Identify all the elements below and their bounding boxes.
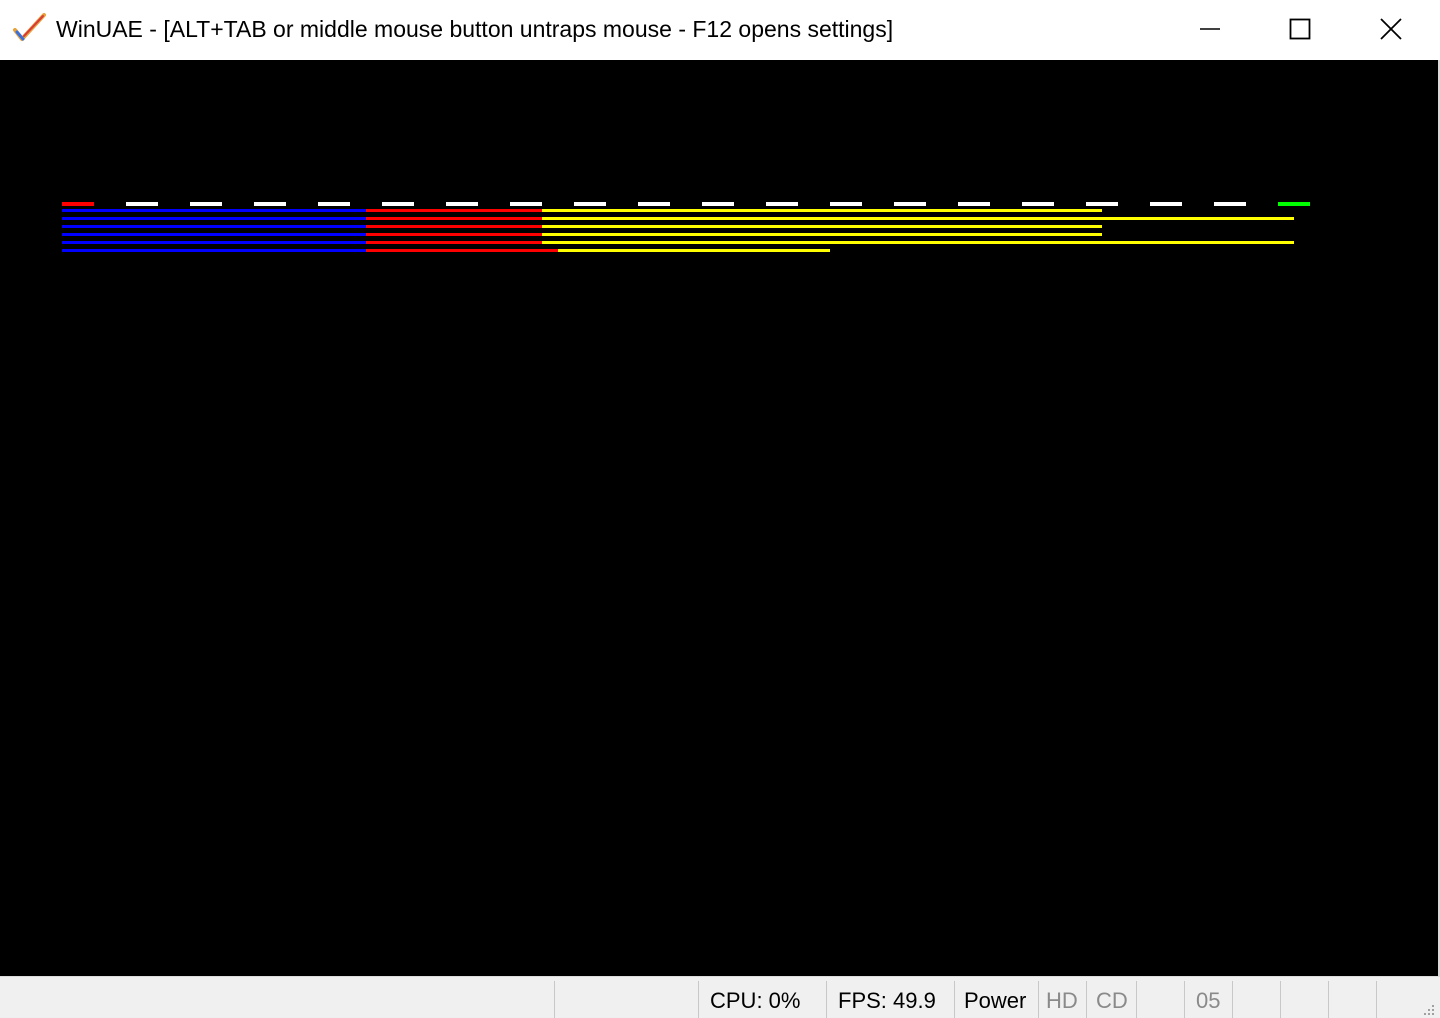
white-dash: [254, 202, 286, 206]
blue-bar: [62, 225, 366, 228]
red-bar: [366, 233, 542, 236]
status-divider: [954, 981, 955, 1018]
status-divider: [1328, 981, 1329, 1018]
yellow-bar: [542, 225, 1102, 228]
drive-track-counter[interactable]: 05: [1196, 987, 1220, 1015]
minimize-button[interactable]: [1165, 0, 1255, 58]
maximize-icon: [1289, 18, 1311, 40]
white-dash: [382, 202, 414, 206]
yellow-bar: [542, 209, 1102, 212]
white-dash: [1022, 202, 1054, 206]
white-dash: [1214, 202, 1246, 206]
white-dash: [190, 202, 222, 206]
status-divider: [1086, 981, 1087, 1018]
top-lane-markers: [62, 202, 1310, 206]
title-bar[interactable]: WinUAE - [ALT+TAB or middle mouse button…: [0, 0, 1440, 60]
green-marker: [1278, 202, 1310, 206]
white-dash: [574, 202, 606, 206]
white-dash: [1086, 202, 1118, 206]
cd-led[interactable]: CD: [1096, 987, 1128, 1015]
red-marker: [62, 202, 94, 206]
red-bar: [366, 217, 542, 220]
status-divider: [1038, 981, 1039, 1018]
white-dash: [830, 202, 862, 206]
resize-grip-icon[interactable]: [1420, 1001, 1436, 1017]
power-led[interactable]: Power: [964, 987, 1026, 1015]
hd-led[interactable]: HD: [1046, 987, 1078, 1015]
white-dash: [766, 202, 798, 206]
white-dash: [702, 202, 734, 206]
status-divider: [1232, 981, 1233, 1018]
cpu-indicator: CPU: 0%: [710, 988, 801, 1013]
window-title: WinUAE - [ALT+TAB or middle mouse button…: [56, 16, 894, 42]
white-dash: [446, 202, 478, 206]
blue-bars: [62, 209, 366, 252]
status-bar: CPU: 0% FPS: 49.9 Power HD CD 05: [0, 976, 1440, 1018]
white-dash: [958, 202, 990, 206]
status-divider: [1184, 981, 1185, 1018]
status-divider: [826, 981, 827, 1018]
red-bar: [366, 225, 542, 228]
winuae-window: WinUAE - [ALT+TAB or middle mouse button…: [0, 0, 1440, 1018]
red-bar: [366, 249, 558, 252]
emulator-display[interactable]: [0, 60, 1440, 976]
white-dash: [1150, 202, 1182, 206]
red-bars: [366, 209, 558, 252]
red-bar: [366, 241, 542, 244]
winuae-checkmark-icon: [13, 13, 46, 41]
blue-bar: [62, 249, 366, 252]
close-icon: [1380, 18, 1402, 40]
yellow-bar: [542, 217, 1294, 220]
white-dash: [318, 202, 350, 206]
yellow-bar: [542, 241, 1294, 244]
status-divider: [1280, 981, 1281, 1018]
maximize-button[interactable]: [1255, 0, 1345, 58]
white-dash: [510, 202, 542, 206]
fps-indicator: FPS: 49.9: [838, 988, 936, 1013]
status-divider: [1376, 981, 1377, 1018]
blue-bar: [62, 209, 366, 212]
yellow-bars: [542, 209, 1294, 252]
status-divider: [1136, 981, 1137, 1018]
blue-bar: [62, 217, 366, 220]
white-dash: [126, 202, 158, 206]
status-divider: [554, 981, 555, 1018]
status-divider: [698, 981, 699, 1018]
blue-bar: [62, 241, 366, 244]
yellow-bar: [542, 233, 1102, 236]
white-dash: [638, 202, 670, 206]
close-button[interactable]: [1346, 0, 1436, 58]
red-bar: [366, 209, 542, 212]
breakout-playfield: [62, 202, 1310, 252]
blue-bar: [62, 233, 366, 236]
yellow-bar: [558, 249, 830, 252]
minimize-icon: [1200, 28, 1220, 30]
white-dash: [894, 202, 926, 206]
